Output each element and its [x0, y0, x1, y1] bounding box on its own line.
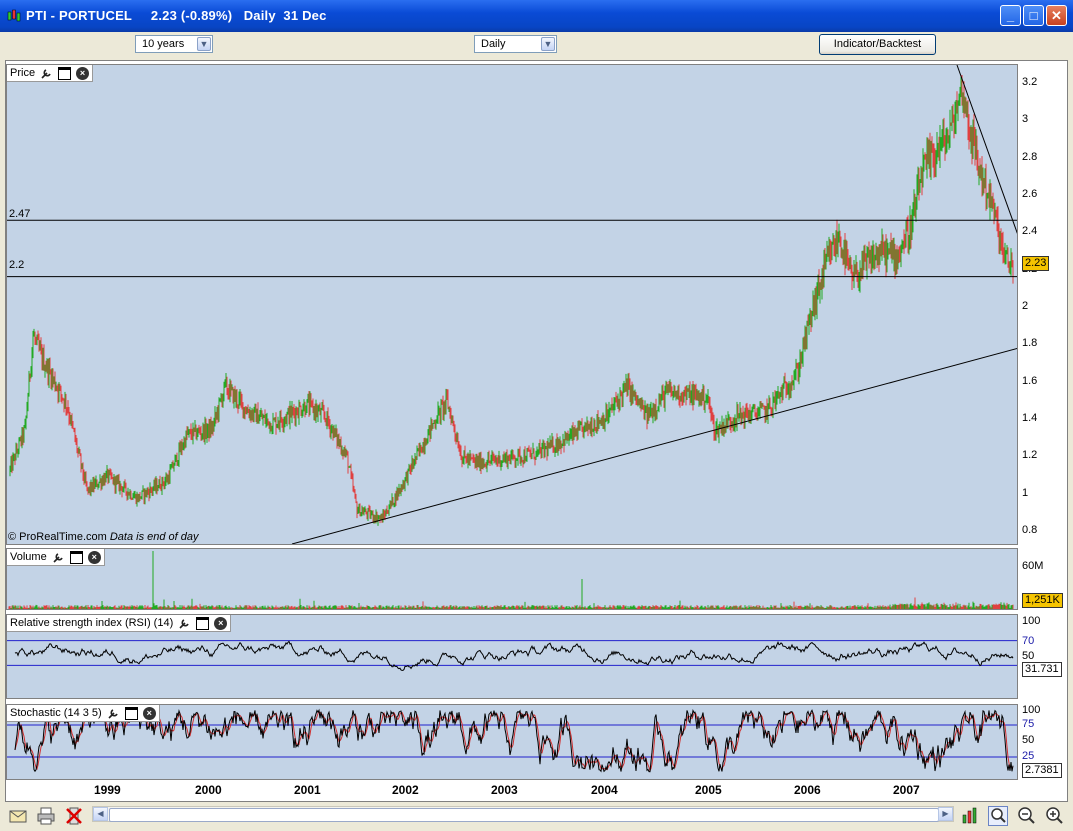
current-stoch-badge: 2.7381: [1022, 763, 1062, 778]
close-icon[interactable]: ×: [87, 550, 101, 564]
candles: [9, 74, 1014, 526]
price-tick: 0.8: [1022, 524, 1038, 536]
hline-label-247: 2.47: [9, 208, 31, 220]
year-label: 2006: [794, 783, 821, 797]
hline-label-22: 2.2: [9, 259, 25, 271]
rsi-tick-100: 100: [1022, 615, 1041, 627]
window-icon[interactable]: [69, 550, 83, 564]
downtrend-line: [956, 65, 1017, 234]
rsi-tick-50: 50: [1022, 650, 1035, 662]
zoom-select-icon[interactable]: [988, 806, 1008, 826]
stoch-tick-50: 50: [1022, 734, 1035, 746]
copyright-text: © ProRealTime.com Data is end of day: [8, 531, 199, 543]
stoch-tick-75: 75: [1022, 718, 1035, 730]
interval-select-value: Daily: [481, 38, 506, 50]
year-label: 2000: [195, 783, 222, 797]
price-tick: 1.2: [1022, 449, 1038, 462]
toolbar: 10 years ▼ Daily ▼ Indicator/Backtest: [0, 32, 1073, 58]
price-tick: 3.2: [1022, 76, 1038, 88]
year-label: 2007: [893, 783, 920, 797]
volume-tick: 60M: [1022, 560, 1044, 572]
uptrend-line: [291, 348, 1017, 544]
maximize-button[interactable]: □: [1023, 5, 1044, 26]
rsi-panel-header: Relative strength index (RSI) (14) ×: [7, 615, 232, 632]
mail-icon[interactable]: [8, 806, 28, 826]
rsi-panel-title: Relative strength index (RSI) (14): [10, 617, 174, 629]
year-label: 1999: [94, 783, 121, 797]
scroll-thumb[interactable]: [109, 808, 939, 822]
current-volume-badge: 1,251K: [1022, 593, 1063, 608]
horizontal-scrollbar[interactable]: ◀ ▶: [92, 806, 954, 822]
close-icon[interactable]: ×: [142, 706, 156, 720]
range-select-value: 10 years: [142, 38, 185, 50]
scroll-left-icon[interactable]: ◀: [93, 807, 108, 821]
year-label: 2001: [294, 783, 321, 797]
chart-app-icon: [7, 9, 21, 22]
price-panel-header: Price ×: [7, 65, 94, 82]
stoch-tick-100: 100: [1022, 704, 1041, 716]
zoom-out-icon[interactable]: [1016, 806, 1036, 826]
close-icon[interactable]: ×: [76, 66, 90, 80]
volume-panel[interactable]: Volume ×: [6, 548, 1018, 610]
stochastic-panel-title: Stochastic (14 3 5): [10, 707, 102, 719]
chevron-down-icon[interactable]: ▼: [197, 37, 211, 51]
minimize-button[interactable]: _: [1000, 5, 1021, 26]
indicator-backtest-button[interactable]: Indicator/Backtest: [819, 34, 936, 55]
stoch-tick-25: 25: [1022, 750, 1035, 762]
volume-panel-title: Volume: [10, 551, 47, 563]
price-tick: 2.6: [1022, 188, 1038, 200]
wrench-icon[interactable]: [178, 617, 191, 630]
price-tick: 2: [1022, 300, 1029, 312]
close-icon[interactable]: ×: [214, 616, 228, 630]
trading-icon[interactable]: [960, 806, 980, 826]
price-tick: 1.4: [1022, 412, 1038, 424]
window-icon[interactable]: [58, 66, 72, 80]
price-tick: 3: [1022, 113, 1029, 126]
rsi-line: [14, 640, 1014, 671]
price-tick: 2.4: [1022, 225, 1038, 238]
close-button[interactable]: ✕: [1046, 5, 1067, 26]
volume-panel-header: Volume ×: [7, 549, 105, 566]
interval-select[interactable]: Daily ▼: [474, 35, 557, 53]
wrench-icon[interactable]: [52, 551, 65, 564]
year-label: 2004: [591, 783, 618, 797]
title-bar: PTI - PORTUCEL 2.23 (-0.89%) Daily 31 De…: [0, 0, 1073, 32]
chevron-down-icon[interactable]: ▼: [541, 37, 555, 51]
price-chart: [7, 65, 1017, 544]
rsi-panel[interactable]: Relative strength index (RSI) (14) ×: [6, 614, 1018, 699]
volume-chart: [8, 551, 1014, 609]
scroll-right-icon[interactable]: ▶: [938, 807, 953, 821]
wrench-icon[interactable]: [107, 707, 120, 720]
current-rsi-badge: 31.731: [1022, 662, 1062, 677]
year-label: 2005: [695, 783, 722, 797]
year-label: 2002: [392, 783, 419, 797]
volume-bars: [8, 551, 1014, 609]
current-price-badge: 2.23: [1022, 256, 1050, 271]
price-panel[interactable]: Price × 2.47 2.2 © ProRealTime.com Data …: [6, 64, 1018, 545]
price-tick: 2.8: [1022, 150, 1038, 163]
rsi-tick-70: 70: [1022, 635, 1035, 647]
window-icon[interactable]: [196, 616, 210, 630]
year-label: 2003: [491, 783, 518, 797]
stochastic-panel-header: Stochastic (14 3 5) ×: [7, 705, 160, 722]
price-tick: 1.6: [1022, 374, 1038, 387]
price-tick: 1: [1022, 486, 1029, 499]
print-icon[interactable]: [36, 806, 56, 826]
stoch-d-line: [14, 710, 1014, 773]
window-icon[interactable]: [124, 706, 138, 720]
price-panel-title: Price: [10, 67, 36, 79]
range-select[interactable]: 10 years ▼: [135, 35, 213, 53]
disconnected-icon[interactable]: [64, 806, 84, 826]
stochastic-panel[interactable]: Stochastic (14 3 5) ×: [6, 704, 1018, 780]
wrench-icon[interactable]: [40, 67, 53, 80]
window-title: PTI - PORTUCEL 2.23 (-0.89%) Daily 31 De…: [26, 8, 327, 23]
zoom-in-icon[interactable]: [1044, 806, 1064, 826]
price-tick: 1.8: [1022, 337, 1038, 350]
